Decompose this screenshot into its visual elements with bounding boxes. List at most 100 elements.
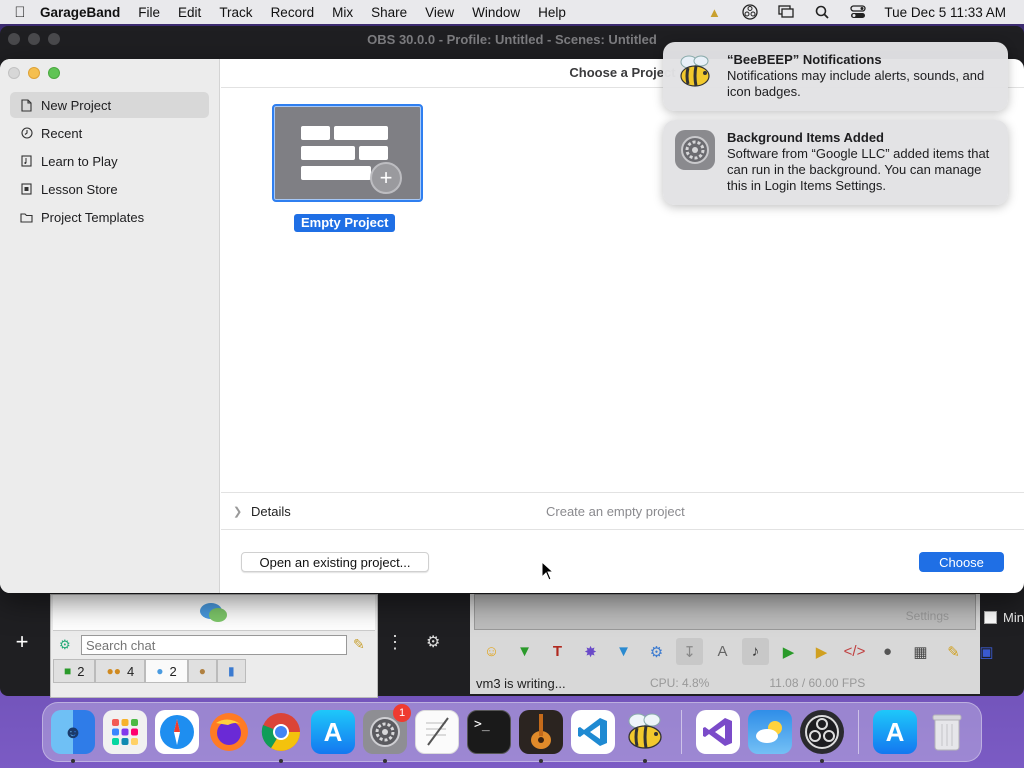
mouse-cursor-icon (541, 561, 555, 581)
tab-monitor[interactable]: ▮ (216, 659, 246, 683)
obs-stats: CPU: 4.8% 11.08 / 60.00 FPS (650, 676, 865, 690)
tab-groups-count: 4 (126, 663, 135, 679)
emoji-icon[interactable]: ☺ (478, 638, 505, 665)
add-button[interactable]: + (8, 629, 36, 654)
app-store-icon[interactable]: A (873, 710, 917, 754)
send-icon[interactable]: ▼ (511, 638, 538, 665)
obs-icon[interactable] (800, 710, 844, 763)
control-center-icon[interactable] (848, 4, 868, 20)
menu-record[interactable]: Record (271, 5, 315, 20)
garageband-icon[interactable] (519, 710, 563, 763)
search-settings-icon[interactable]: ⚙ (59, 637, 71, 653)
empty-project-tile[interactable]: + (272, 104, 423, 202)
running-indicator (820, 759, 824, 763)
notification-title: Background Items Added (727, 130, 884, 145)
menu-view[interactable]: View (425, 5, 454, 20)
weather-icon[interactable] (748, 710, 792, 754)
obs-minimize-button[interactable] (28, 33, 40, 45)
system-settings-icon[interactable]: 1 (363, 704, 411, 763)
details-disclosure[interactable]: ❯ Details Create an empty project (221, 492, 1024, 530)
apple-menu-icon[interactable]:  (0, 4, 40, 21)
tab-chats[interactable]: ● 2 (145, 659, 188, 683)
code-icon[interactable]: </> (841, 638, 868, 665)
sidebar-item-recent[interactable]: Recent (10, 120, 209, 146)
running-indicator (383, 759, 387, 763)
obs-settings-area: Settings (474, 594, 976, 630)
close-button[interactable] (8, 67, 20, 79)
trash-icon[interactable] (925, 710, 969, 754)
screen-mirroring-icon[interactable] (776, 4, 796, 20)
edit-note-icon[interactable]: ✎ (940, 638, 967, 665)
chat-search-input[interactable] (81, 635, 347, 655)
menu-window[interactable]: Window (472, 5, 520, 20)
dock-separator (858, 710, 859, 754)
system-settings-icon (675, 130, 715, 170)
beebeep-icon[interactable] (623, 710, 667, 763)
min-checkbox-box[interactable] (984, 611, 997, 624)
tab-people[interactable]: ● (187, 659, 217, 683)
download-icon[interactable]: ↧ (676, 638, 703, 665)
settings-gear-icon[interactable]: ⚙ (643, 638, 670, 665)
notification-badge: 1 (393, 704, 411, 722)
vscode-icon[interactable] (571, 710, 615, 754)
notification-beebeep[interactable]: “BeeBEEP” Notifications Notifications ma… (663, 42, 1008, 111)
obs-settings-label[interactable]: Settings (906, 609, 949, 623)
bee-icon (675, 52, 715, 92)
monitor-icon: ▮ (227, 664, 235, 678)
notification-title: “BeeBEEP” Notifications (727, 52, 882, 67)
menu-share[interactable]: Share (371, 5, 407, 20)
share-icon[interactable]: ▣ (973, 638, 1000, 665)
clear-search-icon[interactable]: ✎ (353, 636, 365, 653)
menu-mix[interactable]: Mix (332, 5, 353, 20)
menu-help[interactable]: Help (538, 5, 566, 20)
menu-app-name[interactable]: GarageBand (40, 5, 120, 20)
obs-zoom-button[interactable] (48, 33, 60, 45)
sidebar-item-project-templates[interactable]: Project Templates (10, 204, 209, 230)
chrome-icon[interactable] (259, 710, 303, 763)
launchpad-icon[interactable] (103, 710, 147, 754)
tab-users[interactable]: ■ 2 (53, 659, 96, 683)
filter-icon[interactable]: ▼ (610, 638, 637, 665)
open-existing-project-button[interactable]: Open an existing project... (241, 552, 429, 572)
gear-icon[interactable]: ⚙ (426, 632, 440, 652)
choose-button[interactable]: Choose (919, 552, 1004, 572)
finder-icon[interactable]: ☻ (51, 710, 95, 763)
obs-cpu-stat: CPU: 4.8% (650, 676, 710, 690)
beebeep-status-icon[interactable]: ▲ (704, 4, 724, 20)
sidebar-item-learn-to-play[interactable]: Learn to Play (10, 148, 209, 174)
people-icon: ● (198, 664, 206, 678)
calendar-icon[interactable]: ▦ (907, 638, 934, 665)
more-options-icon[interactable]: ⋮ (386, 632, 404, 653)
min-checkbox[interactable]: Min (984, 610, 1024, 625)
tab-groups[interactable]: ●● 4 (95, 659, 146, 683)
minimize-button[interactable] (28, 67, 40, 79)
notification-text: Notifications may include alerts, sounds… (727, 68, 985, 99)
terminal-icon[interactable]: >_ (467, 710, 511, 754)
font-icon[interactable]: T (544, 638, 571, 665)
folder-send-icon[interactable]: ▶ (808, 638, 835, 665)
notification-background-items[interactable]: Background Items Added Software from “Go… (663, 120, 1008, 205)
file-send-icon[interactable]: ▶ (775, 638, 802, 665)
empty-project-label[interactable]: Empty Project (294, 214, 396, 232)
obs-close-button[interactable] (8, 33, 20, 45)
window-controls (8, 67, 60, 79)
textedit-icon[interactable] (415, 710, 459, 754)
safari-icon[interactable] (155, 710, 199, 754)
sidebar-item-new-project[interactable]: New Project (10, 92, 209, 118)
firefox-icon[interactable] (207, 710, 251, 754)
color-picker-icon[interactable]: ✸ (577, 638, 604, 665)
chevron-right-icon[interactable]: ❯ (233, 505, 251, 518)
menu-clock[interactable]: Tue Dec 5 11:33 AM (884, 5, 1006, 20)
sidebar-item-lesson-store[interactable]: Lesson Store (10, 176, 209, 202)
zoom-button[interactable] (48, 67, 60, 79)
spellcheck-icon[interactable]: A (709, 638, 736, 665)
app-store-icon[interactable]: A (311, 710, 355, 754)
spotlight-search-icon[interactable] (812, 4, 832, 20)
obs-status-icon[interactable] (740, 4, 760, 20)
menu-edit[interactable]: Edit (178, 5, 201, 20)
visual-studio-icon[interactable] (696, 710, 740, 754)
note-icon[interactable]: ♪ (742, 638, 769, 665)
screenshot-icon[interactable]: ● (874, 638, 901, 665)
menu-track[interactable]: Track (219, 5, 252, 20)
menu-file[interactable]: File (138, 5, 160, 20)
